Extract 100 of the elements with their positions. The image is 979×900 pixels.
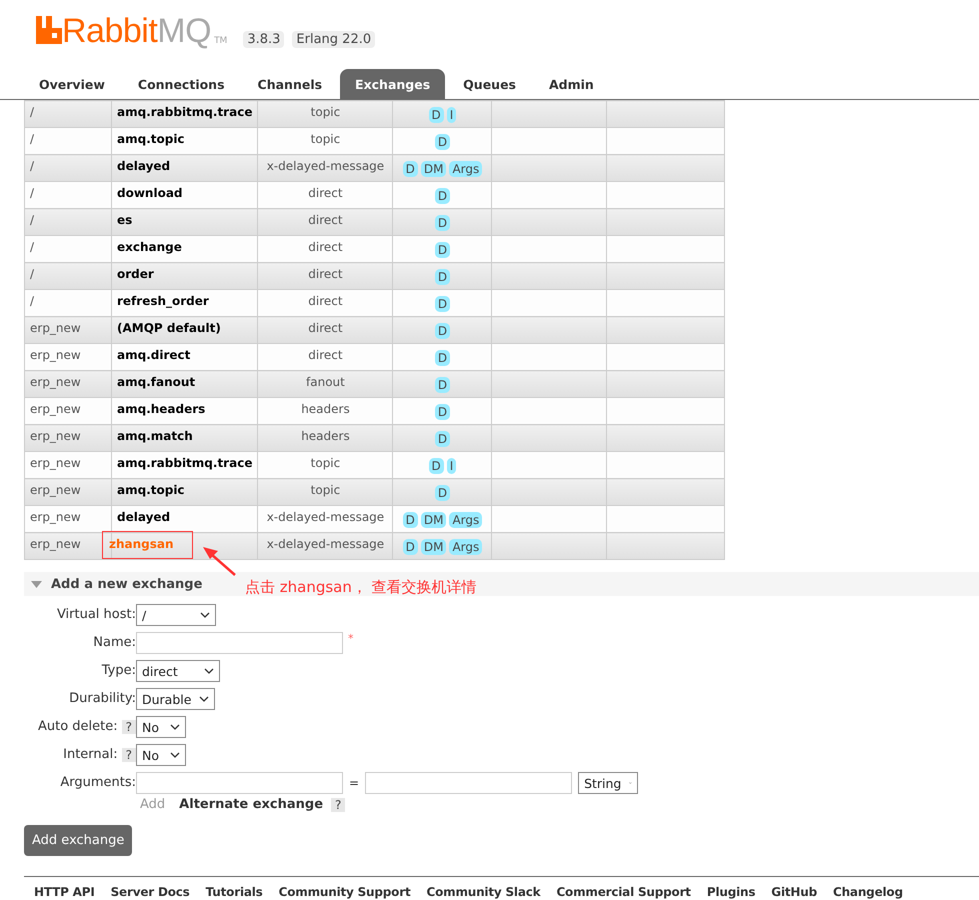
select-dropdown[interactable]: No [136, 716, 186, 738]
vhost-cell: erp_new [24, 370, 112, 398]
vhost-cell: / [24, 100, 112, 128]
rabbit-logo-icon [36, 16, 62, 44]
trademark-mark: TM [214, 36, 228, 46]
type-cell: direct [258, 316, 393, 344]
vhost-cell: erp_new [24, 452, 112, 478]
footer-link[interactable]: Community Support [278, 885, 410, 899]
footer-link[interactable]: Tutorials [206, 885, 263, 899]
footer-link[interactable]: Server Docs [110, 885, 190, 899]
feature-badge: D [428, 107, 444, 123]
feature-badge: D [434, 377, 450, 393]
type-cell: direct [258, 290, 393, 316]
select-dropdown[interactable]: No [136, 744, 186, 766]
caret-icon [199, 696, 210, 702]
type-cell: topic [258, 100, 393, 128]
caret-icon [204, 668, 214, 674]
nav-tab[interactable]: Exchanges [340, 69, 446, 99]
alternate-exchange-link[interactable]: Alternate exchange [179, 797, 324, 812]
name-input-field[interactable] [136, 632, 343, 654]
nav-tab[interactable]: Overview [24, 69, 120, 99]
annotation-text: 点击 zhangsan， 查看交换机详情 [245, 578, 477, 597]
feature-badge: I [446, 107, 456, 123]
footer-link[interactable]: Community Slack [426, 885, 540, 899]
type-cell: direct [258, 236, 393, 262]
version-badge: 3.8.3 [243, 31, 284, 48]
field-label: Internal: [63, 747, 118, 762]
nav-tab[interactable]: Queues [448, 69, 531, 99]
help-button[interactable]: ? [122, 748, 136, 762]
nav-tab[interactable]: Admin [534, 69, 609, 99]
vhost-cell: / [24, 208, 112, 236]
caret-icon [200, 612, 210, 618]
argument-key-field[interactable] [136, 772, 343, 794]
type-select-dropdown[interactable]: String [578, 772, 638, 794]
field-label: Arguments: [60, 775, 136, 790]
nav-tab[interactable]: Connections [122, 69, 240, 99]
vhost-cell: / [24, 262, 112, 290]
feature-badge: D [434, 323, 450, 339]
equals-sign: = [349, 776, 360, 790]
type-cell: direct [258, 344, 393, 370]
type-cell: topic [258, 478, 393, 506]
footer-link[interactable]: Plugins [706, 885, 756, 899]
required-mark: * [348, 632, 354, 645]
section-title[interactable]: Add a new exchange [51, 576, 202, 592]
exchange-name-link[interactable]: es [117, 213, 132, 227]
select-dropdown[interactable]: / [136, 604, 216, 626]
feature-badge: D [402, 161, 418, 177]
feature-badge: Args [449, 512, 482, 528]
feature-badge: D [434, 296, 450, 312]
annotation-arrow [202, 546, 236, 576]
vhost-cell: erp_new [24, 424, 112, 452]
feature-badge: DM [420, 539, 446, 555]
feature-badge: DM [420, 161, 446, 177]
feature-badge: D [428, 458, 444, 474]
brand-name: RabbitMQ [62, 14, 212, 48]
type-cell: x-delayed-message [258, 154, 393, 182]
feature-badge: D [434, 188, 450, 204]
exchange-name-link[interactable]: order [117, 267, 154, 281]
help-button[interactable]: ? [122, 720, 136, 734]
footer-link[interactable]: Changelog [832, 885, 903, 899]
vhost-cell: / [24, 290, 112, 316]
exchange-name-link[interactable]: delayed [117, 510, 170, 524]
feature-badge: D [402, 512, 418, 528]
type-cell: headers [258, 424, 393, 452]
field-label: Auto delete: [38, 719, 118, 734]
collapse-triangle-icon[interactable] [31, 580, 42, 588]
type-cell: x-delayed-message [258, 532, 393, 560]
type-cell: fanout [258, 370, 393, 398]
erlang-version-badge: Erlang 22.0 [292, 31, 376, 48]
feature-badge: DM [420, 512, 446, 528]
vhost-cell: erp_new [24, 344, 112, 370]
feature-badge: D [434, 485, 450, 501]
type-cell: direct [258, 182, 393, 208]
vhost-cell: / [24, 182, 112, 208]
type-cell: topic [258, 452, 393, 478]
footer-link[interactable]: HTTP API [34, 885, 95, 899]
vhost-cell: / [24, 154, 112, 182]
add-exchange-button[interactable]: Add exchange [24, 825, 132, 856]
type-cell: topic [258, 128, 393, 154]
field-label: Virtual host: [56, 607, 136, 622]
field-label: Durability: [69, 691, 136, 706]
type-cell: direct [258, 262, 393, 290]
select-dropdown[interactable]: direct [136, 660, 220, 682]
help-button[interactable]: ? [331, 798, 346, 812]
vhost-cell: erp_new [24, 316, 112, 344]
feature-badge: D [402, 539, 418, 555]
argument-value-field[interactable] [365, 772, 572, 794]
select-dropdown[interactable]: Durable [136, 688, 216, 710]
type-cell: x-delayed-message [258, 506, 393, 532]
footer-link[interactable]: GitHub [771, 885, 817, 899]
vhost-cell: erp_new [24, 506, 112, 532]
vhost-cell: erp_new [24, 398, 112, 424]
exchange-name-link[interactable]: delayed [117, 159, 170, 173]
feature-badge: D [434, 431, 450, 447]
footer-link[interactable]: Commercial Support [556, 885, 691, 899]
feature-badge: D [434, 350, 450, 366]
nav-tab[interactable]: Channels [242, 69, 338, 99]
feature-badge: D [434, 404, 450, 420]
feature-badge: Args [449, 539, 482, 555]
caret-icon [170, 752, 180, 758]
